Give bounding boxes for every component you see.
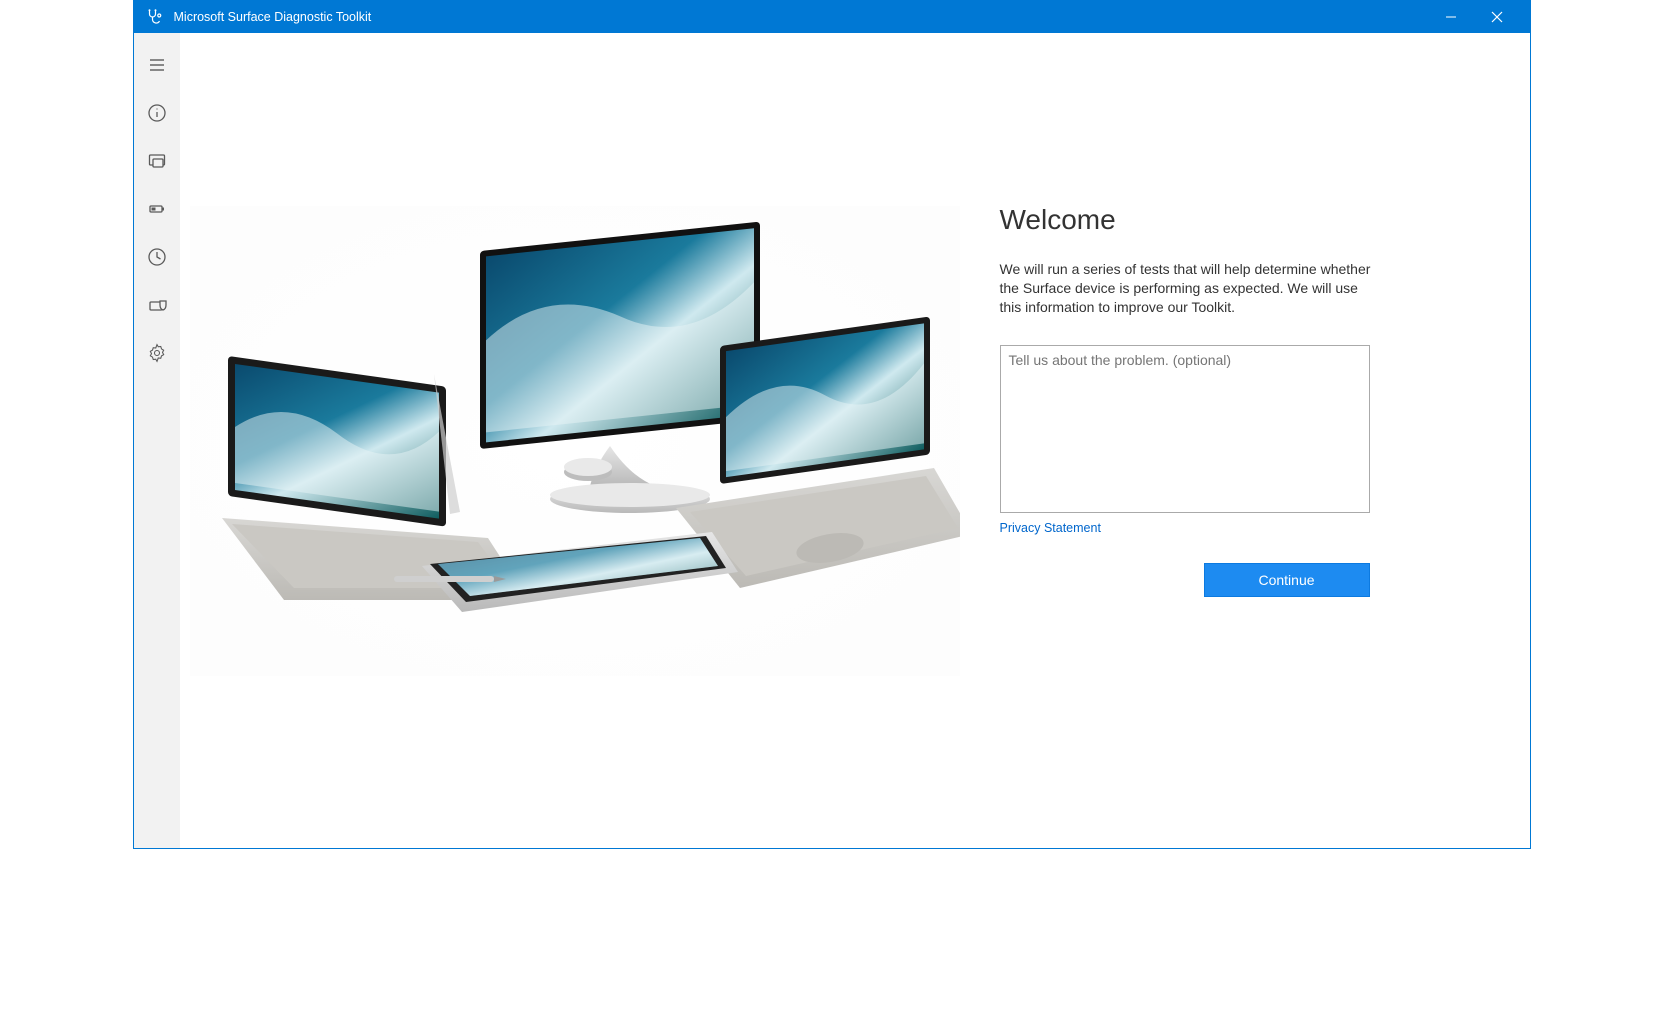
nav-shield[interactable] — [134, 281, 180, 329]
hamburger-button[interactable] — [134, 41, 180, 89]
problem-textarea[interactable] — [1000, 345, 1370, 513]
app-body: Welcome We will run a series of tests th… — [134, 33, 1530, 848]
minimize-button[interactable] — [1428, 1, 1474, 33]
nav-settings[interactable] — [134, 329, 180, 377]
nav-history[interactable] — [134, 233, 180, 281]
titlebar: Microsoft Surface Diagnostic Toolkit — [134, 1, 1530, 33]
close-button[interactable] — [1474, 1, 1520, 33]
page-title: Welcome — [1000, 204, 1460, 236]
sidebar — [134, 33, 180, 848]
app-title: Microsoft Surface Diagnostic Toolkit — [174, 10, 372, 24]
page-description: We will run a series of tests that will … — [1000, 260, 1380, 317]
nav-info[interactable] — [134, 89, 180, 137]
continue-button[interactable]: Continue — [1204, 563, 1370, 597]
actions-row: Continue — [1000, 563, 1370, 597]
nav-display[interactable] — [134, 137, 180, 185]
main-content: Welcome We will run a series of tests th… — [180, 33, 1530, 848]
welcome-panel: Welcome We will run a series of tests th… — [960, 204, 1530, 597]
stethoscope-icon — [144, 7, 164, 27]
nav-battery[interactable] — [134, 185, 180, 233]
privacy-link[interactable]: Privacy Statement — [1000, 521, 1460, 535]
hero-image — [190, 206, 960, 676]
